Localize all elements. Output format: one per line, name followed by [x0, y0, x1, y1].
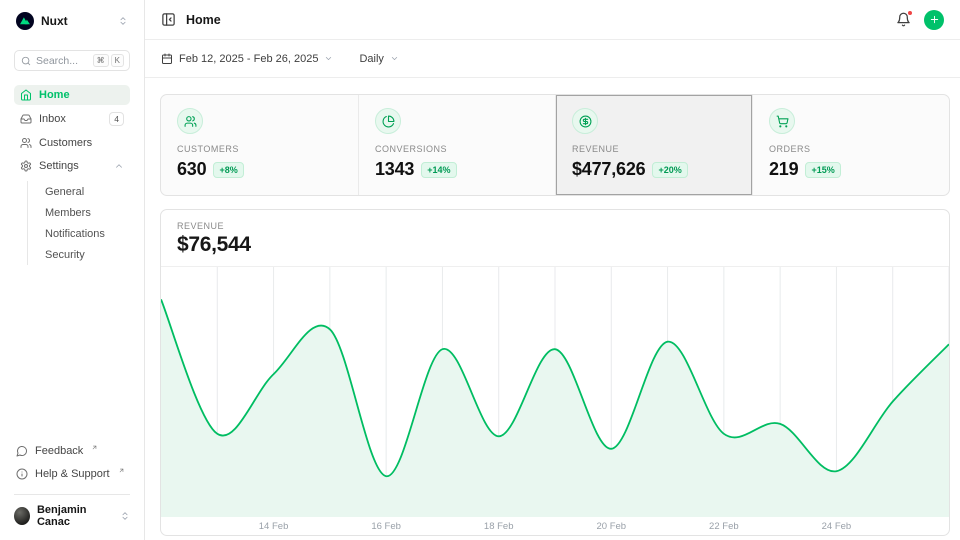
footer-link-label: Help & Support — [35, 468, 110, 480]
revenue-area-chart — [161, 267, 949, 517]
sidebar-item-customers[interactable]: Customers — [14, 133, 130, 153]
search-placeholder: Search... — [36, 55, 78, 67]
sidebar: Nuxt Search... ⌘ K Home Inbox 4 — [0, 0, 145, 540]
chevron-down-icon — [324, 54, 333, 63]
stats-panel: CUSTOMERS 630 +8% CONVERSIONS 1343 +14% — [160, 94, 950, 196]
sidebar-item-settings[interactable]: Settings — [14, 156, 130, 176]
stat-value: 219 — [769, 159, 798, 180]
gear-icon — [20, 160, 32, 172]
footer-link-label: Feedback — [35, 445, 83, 457]
chart-total-value: $76,544 — [177, 233, 933, 257]
chart-plot-area[interactable] — [161, 267, 949, 517]
granularity-select[interactable]: Daily — [359, 53, 398, 65]
search-shortcut: ⌘ K — [93, 54, 124, 67]
stat-delta-badge: +15% — [805, 162, 840, 178]
add-button[interactable] — [924, 10, 944, 30]
message-circle-icon — [16, 445, 28, 457]
cart-icon — [769, 108, 795, 134]
search-icon — [21, 56, 31, 66]
nuxt-logo-icon — [16, 12, 34, 30]
stat-card-customers[interactable]: CUSTOMERS 630 +8% — [161, 95, 358, 195]
stat-card-conversions[interactable]: CONVERSIONS 1343 +14% — [358, 95, 555, 195]
chart-header: REVENUE $76,544 — [161, 210, 949, 267]
sidebar-nav: Home Inbox 4 Customers Settings Genera — [14, 85, 130, 265]
collapse-sidebar-button[interactable] — [161, 12, 176, 27]
stat-card-revenue[interactable]: REVENUE $477,626 +20% — [555, 95, 752, 195]
settings-submenu: General Members Notifications Security — [27, 181, 130, 265]
sidebar-item-label: Inbox — [39, 113, 66, 125]
inbox-count-badge: 4 — [109, 112, 124, 126]
info-icon — [16, 468, 28, 480]
granularity-value: Daily — [359, 53, 383, 65]
feedback-link[interactable]: Feedback — [14, 440, 130, 461]
sidebar-footer: Feedback Help & Support Benjamin Canac — [14, 440, 130, 528]
sidebar-item-label: Settings — [39, 160, 79, 172]
dashboard-content: CUSTOMERS 630 +8% CONVERSIONS 1343 +14% — [145, 78, 960, 540]
x-axis-label: 20 Feb — [596, 521, 626, 532]
inbox-icon — [20, 113, 32, 125]
notifications-button[interactable] — [896, 12, 911, 27]
panel-left-close-icon — [161, 12, 176, 27]
filter-toolbar: Feb 12, 2025 - Feb 26, 2025 Daily — [145, 40, 960, 78]
stat-card-orders[interactable]: ORDERS 219 +15% — [752, 95, 949, 195]
user-name: Benjamin Canac — [37, 504, 113, 528]
x-axis-label: 24 Feb — [822, 521, 852, 532]
sidebar-item-label: Home — [39, 89, 70, 101]
main-area: Home Feb 12, 2025 - Feb 26, 2025 — [145, 0, 960, 540]
users-icon — [20, 137, 32, 149]
help-support-link[interactable]: Help & Support — [14, 463, 130, 484]
stat-delta-badge: +8% — [213, 162, 243, 178]
chevron-down-icon — [390, 54, 399, 63]
home-icon — [20, 89, 32, 101]
stat-delta-badge: +14% — [421, 162, 456, 178]
kbd-k: K — [111, 54, 124, 67]
calendar-icon — [161, 53, 173, 65]
chevrons-up-down-icon — [118, 16, 128, 26]
plus-icon — [929, 14, 940, 25]
workspace-name: Nuxt — [41, 14, 68, 28]
user-section: Benjamin Canac — [14, 494, 130, 528]
stat-label: ORDERS — [769, 144, 933, 154]
sidebar-item-inbox[interactable]: Inbox 4 — [14, 108, 130, 130]
stat-value: 1343 — [375, 159, 414, 180]
stat-label: CONVERSIONS — [375, 144, 539, 154]
x-axis-label: 18 Feb — [484, 521, 514, 532]
chart-title: REVENUE — [177, 221, 933, 231]
x-axis-label: 16 Feb — [371, 521, 401, 532]
sidebar-item-home[interactable]: Home — [14, 85, 130, 105]
stat-value: 630 — [177, 159, 206, 180]
external-link-icon — [118, 467, 125, 474]
external-link-icon — [91, 444, 98, 451]
date-range-value: Feb 12, 2025 - Feb 26, 2025 — [179, 53, 318, 65]
sidebar-item-members[interactable]: Members — [45, 202, 130, 223]
stat-label: CUSTOMERS — [177, 144, 342, 154]
stat-delta-badge: +20% — [652, 162, 687, 178]
x-axis-label: 22 Feb — [709, 521, 739, 532]
revenue-chart-card: REVENUE $76,544 14 Feb 16 Feb 18 Feb 20 Feb… — [160, 209, 950, 536]
dollar-circle-icon — [572, 108, 598, 134]
page-title: Home — [186, 13, 221, 27]
user-menu-button[interactable]: Benjamin Canac — [14, 504, 130, 528]
x-axis-label: 14 Feb — [259, 521, 289, 532]
stat-value: $477,626 — [572, 159, 645, 180]
sidebar-item-notifications[interactable]: Notifications — [45, 223, 130, 244]
stat-label: REVENUE — [572, 144, 736, 154]
pie-chart-icon — [375, 108, 401, 134]
kbd-cmd: ⌘ — [93, 54, 109, 67]
sidebar-item-label: Customers — [39, 137, 92, 149]
chevron-up-icon — [114, 161, 124, 171]
search-input[interactable]: Search... ⌘ K — [14, 50, 130, 71]
sidebar-item-security[interactable]: Security — [45, 244, 130, 265]
chevrons-up-down-icon — [120, 511, 130, 521]
notification-dot — [907, 10, 913, 16]
workspace-switcher[interactable]: Nuxt — [14, 10, 130, 30]
date-range-picker[interactable]: Feb 12, 2025 - Feb 26, 2025 — [161, 53, 333, 65]
chart-x-labels: 14 Feb 16 Feb 18 Feb 20 Feb 22 Feb 24 Feb — [161, 517, 949, 535]
top-header: Home — [145, 0, 960, 40]
sidebar-item-general[interactable]: General — [45, 181, 130, 202]
user-avatar — [14, 507, 30, 525]
header-actions — [896, 10, 944, 30]
customers-icon — [177, 108, 203, 134]
